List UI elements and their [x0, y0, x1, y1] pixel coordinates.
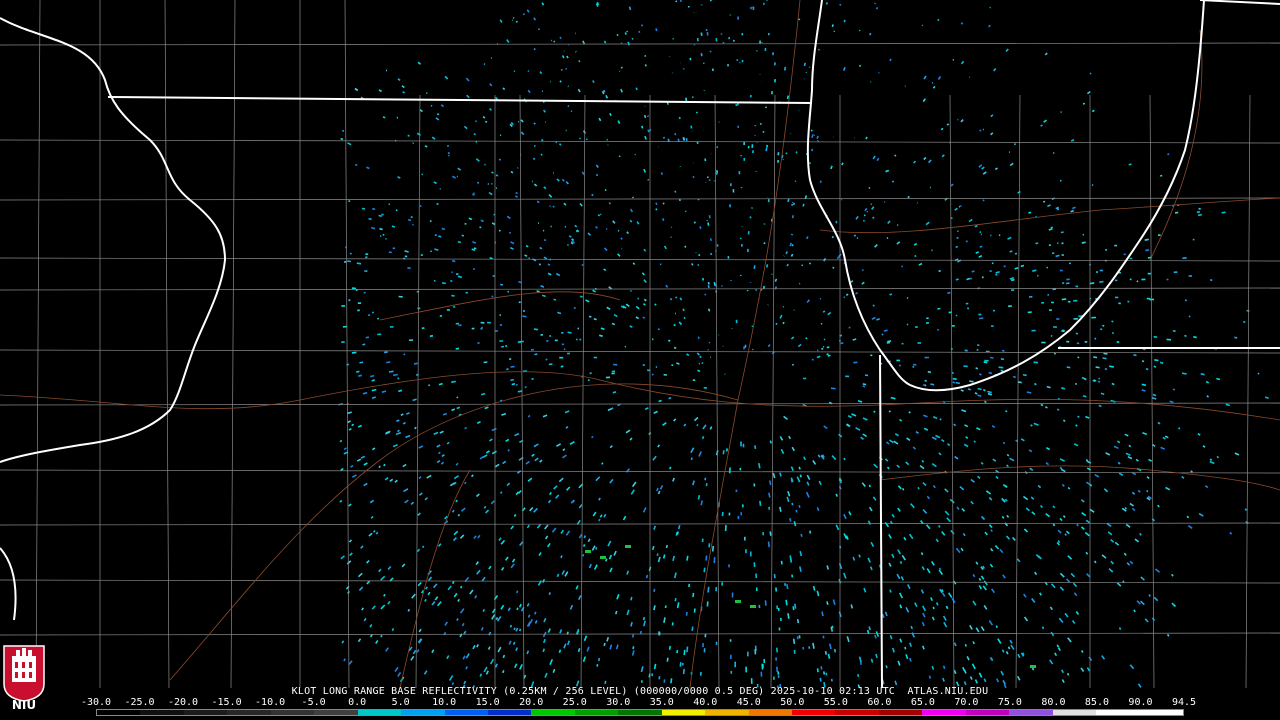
- colorbar-tick-label: 60.0: [867, 697, 892, 708]
- echo-patch-green: [750, 605, 756, 608]
- colorbar-tick-label: -15.0: [211, 697, 242, 708]
- colorbar-tick-label: 30.0: [606, 697, 631, 708]
- colorbar-segment: [487, 710, 532, 715]
- colorbar-tick-label: 45.0: [736, 697, 761, 708]
- echo-patch-green: [625, 545, 631, 548]
- logo-text: NIU: [11, 698, 37, 712]
- colorbar-tick-label: -20.0: [167, 697, 199, 708]
- colorbar-tick-label: 85.0: [1084, 697, 1109, 708]
- colorbar-tick-label: 35.0: [649, 697, 674, 708]
- echo-patch-green: [735, 600, 741, 603]
- colorbar-segment: [661, 710, 706, 715]
- colorbar-tick-label: 10.0: [432, 697, 457, 708]
- colorbar-tick-label: 20.0: [519, 697, 544, 708]
- colorbar-tick-label: 5.0: [391, 697, 410, 708]
- colorbar-tick-label: 65.0: [910, 697, 935, 708]
- colorbar-tick-label: 15.0: [475, 697, 500, 708]
- colorbar-tick-label: 80.0: [1041, 697, 1066, 708]
- colorbar-segment: [270, 710, 315, 715]
- colorbar-segment: [97, 710, 141, 715]
- colorbar-segment: [183, 710, 228, 715]
- colorbar-tick-label: 75.0: [997, 697, 1022, 708]
- colorbar-tick-label: 94.5: [1171, 697, 1197, 708]
- colorbar-segment: [140, 710, 184, 715]
- colorbar-segment: [444, 710, 488, 715]
- echo-patch-green: [1030, 665, 1036, 668]
- colorbar-segment: [357, 710, 402, 715]
- colorbar-segment: [878, 710, 923, 715]
- colorbar-segment: [1096, 710, 1140, 715]
- colorbar-segment: [401, 710, 445, 715]
- colorbar-segment: [835, 710, 879, 715]
- niu-logo: NIU: [2, 644, 46, 716]
- colorbar-tick-label: -25.0: [124, 697, 155, 708]
- colorbar-tick-label: -30.0: [80, 697, 112, 708]
- colorbar-tick-label: -10.0: [255, 697, 286, 708]
- colorbar-tick-label: -5.0: [301, 697, 326, 708]
- colorbar-segment: [965, 710, 1010, 715]
- colorbar-segment: [922, 710, 966, 715]
- radar-map: [0, 0, 1280, 688]
- echo-patch-green: [585, 550, 591, 553]
- colorbar-tick-label: 0.0: [348, 697, 367, 708]
- colorbar-tick-label: 50.0: [780, 697, 805, 708]
- colorbar-segment: [227, 710, 271, 715]
- colorbar-segment: [705, 710, 749, 715]
- colorbar-segment: [1009, 710, 1053, 715]
- colorbar-tick-label: 70.0: [954, 697, 979, 708]
- colorbar-segment: [314, 710, 358, 715]
- colorbar-segment: [1139, 710, 1183, 715]
- colorbar-tick-labels: -30.0 -25.0 -20.0 -15.0 -10.0 -5.0 0.0 5.0 10.0 1…: [81, 697, 1196, 708]
- colorbar-segment: [792, 710, 836, 715]
- echo-patch-green: [600, 556, 606, 559]
- colorbar-tick-label: 55.0: [823, 697, 848, 708]
- colorbar-segment: [748, 710, 792, 715]
- colorbar-tick-label: 40.0: [693, 697, 718, 708]
- reflectivity-colorbar: [96, 709, 1184, 716]
- colorbar-segment: [531, 710, 575, 715]
- colorbar-segment: [618, 710, 662, 715]
- colorbar-segment: [574, 710, 619, 715]
- colorbar-tick-label: 90.0: [1128, 697, 1153, 708]
- radar-viewer: NIU KLOT LONG RANGE BASE REFLECTIVITY (0…: [0, 0, 1280, 720]
- colorbar-tick-label: 25.0: [562, 697, 587, 708]
- colorbar-segment: [1052, 710, 1097, 715]
